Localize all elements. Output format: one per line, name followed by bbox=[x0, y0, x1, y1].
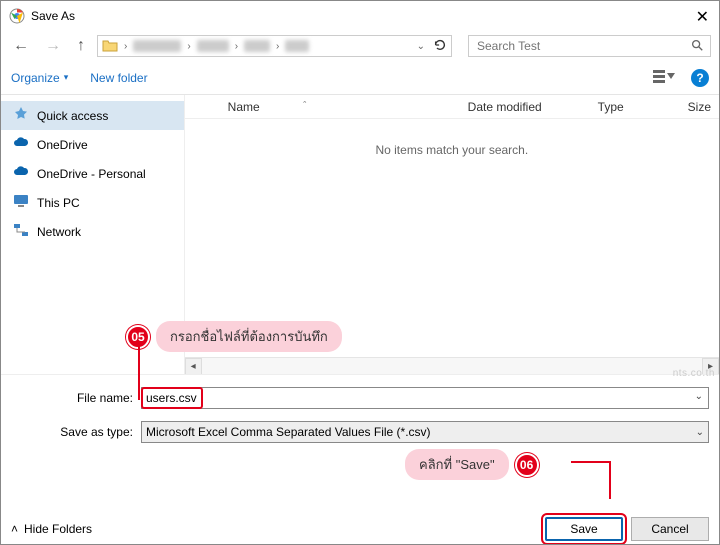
chevron-down-icon: ⌄ bbox=[696, 427, 704, 438]
sidebar-item-label: This PC bbox=[37, 196, 80, 210]
save-button[interactable]: Save bbox=[545, 517, 623, 541]
annotation-number: 06 bbox=[515, 453, 539, 477]
search-icon[interactable] bbox=[690, 38, 704, 55]
title-bar: Save As ✕ bbox=[1, 1, 719, 31]
empty-message: No items match your search. bbox=[185, 119, 719, 181]
chevron-down-icon: ▾ bbox=[64, 72, 69, 83]
search-input[interactable] bbox=[475, 38, 690, 54]
hide-folders-toggle[interactable]: ˄ Hide Folders bbox=[11, 522, 92, 536]
breadcrumb-segment[interactable] bbox=[197, 40, 229, 52]
star-icon bbox=[13, 106, 29, 125]
horizontal-scrollbar[interactable]: ◂ ▸ bbox=[185, 357, 719, 374]
nav-row: ← → ↑ › › › › ⌄ bbox=[1, 31, 719, 61]
cancel-button[interactable]: Cancel bbox=[631, 517, 709, 541]
monitor-icon bbox=[13, 193, 29, 212]
back-button[interactable]: ← bbox=[9, 35, 33, 57]
filename-field-wrap: ⌄ bbox=[141, 387, 709, 409]
sidebar-item-quick-access[interactable]: Quick access bbox=[1, 101, 184, 130]
chevron-up-icon: ˄ bbox=[11, 522, 18, 536]
save-as-dialog: Save As ✕ ← → ↑ › › › › ⌄ bbox=[0, 0, 720, 545]
help-icon[interactable]: ? bbox=[691, 69, 709, 87]
sidebar-item-network[interactable]: Network bbox=[1, 217, 184, 246]
breadcrumb-segment[interactable] bbox=[133, 40, 181, 52]
column-type[interactable]: Type bbox=[590, 100, 680, 114]
annotation-connector bbox=[571, 461, 611, 463]
footer: File name: ⌄ Save as type: Microsoft Exc… bbox=[1, 374, 719, 544]
body: Quick access OneDrive OneDrive - Persona… bbox=[1, 95, 719, 374]
breadcrumb-segment[interactable] bbox=[244, 40, 270, 52]
filename-label: File name: bbox=[11, 391, 141, 405]
sort-indicator-icon: ＾ bbox=[300, 99, 310, 114]
organize-menu[interactable]: Organize ▾ bbox=[11, 71, 68, 85]
chevron-down-icon[interactable]: ⌄ bbox=[695, 391, 703, 402]
new-folder-button[interactable]: New folder bbox=[90, 71, 147, 85]
address-bar[interactable]: › › › › ⌄ bbox=[97, 35, 452, 57]
annotation-connector bbox=[138, 345, 140, 400]
breadcrumb-segment[interactable] bbox=[285, 40, 309, 52]
sidebar-item-label: OneDrive - Personal bbox=[37, 167, 146, 181]
toolbar: Organize ▾ New folder ? bbox=[1, 61, 719, 95]
cloud-icon bbox=[13, 135, 29, 154]
sidebar-item-this-pc[interactable]: This PC bbox=[1, 188, 184, 217]
annotation-06: คลิกที่ "Save" 06 bbox=[399, 449, 539, 480]
folder-icon bbox=[102, 38, 118, 54]
saveastype-combo[interactable]: Microsoft Excel Comma Separated Values F… bbox=[141, 421, 709, 443]
chevron-right-icon: › bbox=[274, 41, 281, 52]
annotation-text: คลิกที่ "Save" bbox=[405, 449, 509, 480]
chevron-right-icon: › bbox=[122, 41, 129, 52]
chevron-right-icon: › bbox=[185, 41, 192, 52]
chevron-right-icon: › bbox=[233, 41, 240, 52]
sidebar-item-onedrive[interactable]: OneDrive bbox=[1, 130, 184, 159]
filename-input[interactable] bbox=[141, 387, 709, 409]
view-options-icon[interactable] bbox=[653, 69, 679, 86]
annotation-05: 05 กรอกชื่อไฟล์ที่ต้องการบันทึก bbox=[126, 321, 348, 352]
watermark: nts.co.th bbox=[673, 368, 715, 379]
close-icon[interactable]: ✕ bbox=[696, 7, 709, 27]
sidebar-item-onedrive-personal[interactable]: OneDrive - Personal bbox=[1, 159, 184, 188]
sidebar-item-label: OneDrive bbox=[37, 138, 88, 152]
sidebar-item-label: Quick access bbox=[37, 109, 108, 123]
cloud-icon bbox=[13, 164, 29, 183]
window-title: Save As bbox=[31, 9, 75, 23]
saveastype-label: Save as type: bbox=[11, 425, 141, 439]
scroll-left-icon[interactable]: ◂ bbox=[185, 358, 202, 375]
forward-button[interactable]: → bbox=[41, 35, 65, 57]
column-name[interactable]: Name ＾ bbox=[220, 99, 460, 114]
column-headers: Name ＾ Date modified Type Size bbox=[185, 95, 719, 119]
network-icon bbox=[13, 222, 29, 241]
refresh-icon[interactable] bbox=[433, 38, 447, 55]
chrome-icon bbox=[9, 8, 25, 24]
annotation-connector bbox=[609, 461, 611, 499]
chevron-down-icon[interactable]: ⌄ bbox=[415, 41, 427, 52]
column-date[interactable]: Date modified bbox=[460, 100, 590, 114]
sidebar-item-label: Network bbox=[37, 225, 81, 239]
up-button[interactable]: ↑ bbox=[73, 35, 89, 57]
search-box[interactable] bbox=[468, 35, 711, 57]
annotation-text: กรอกชื่อไฟล์ที่ต้องการบันทึก bbox=[156, 321, 342, 352]
saveastype-value: Microsoft Excel Comma Separated Values F… bbox=[146, 425, 431, 439]
column-size[interactable]: Size bbox=[680, 100, 719, 114]
